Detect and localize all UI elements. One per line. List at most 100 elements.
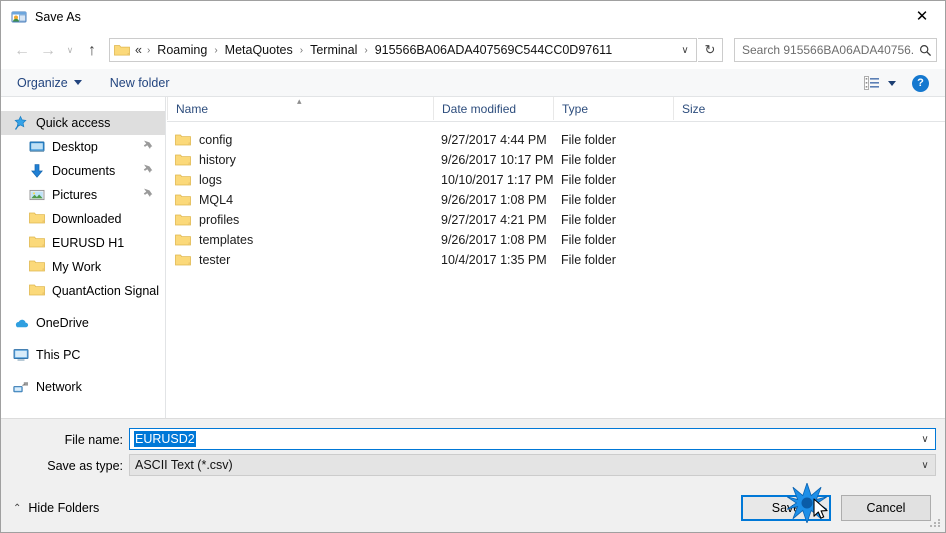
search-box[interactable]: Search 915566BA06ADA40756... [734,38,937,62]
chevron-right-icon-2[interactable]: › [297,45,306,56]
table-row[interactable]: logs 10/10/2017 1:17 PM File folder [167,170,945,190]
up-arrow-icon: ↑ [88,41,96,59]
sidebar-item-pictures[interactable]: Pictures [1,183,165,207]
table-row[interactable]: tester 10/4/2017 1:35 PM File folder [167,250,945,270]
pin-icon[interactable] [142,140,153,154]
refresh-button[interactable]: ↻ [698,38,723,62]
close-icon[interactable]: ✕ [899,1,945,31]
sidebar-item-desktop[interactable]: Desktop [1,135,165,159]
breadcrumb-item-terminal[interactable]: Terminal [306,41,361,59]
file-name-text: config [199,133,233,147]
sidebar-item-network[interactable]: Network [1,375,165,399]
column-header-name[interactable]: Name [167,97,433,120]
sidebar-item-onedrive[interactable]: OneDrive [1,311,165,335]
column-header-type[interactable]: Type [553,97,673,120]
breadcrumb-item-metaquotes[interactable]: MetaQuotes [221,41,297,59]
sidebar-item-eurusd-h1[interactable]: EURUSD H1 [1,231,165,255]
resize-grip[interactable] [930,517,942,529]
file-date-cell: 9/27/2017 4:21 PM [441,213,547,227]
folder-icon [114,43,130,57]
table-row[interactable]: MQL4 9/26/2017 1:08 PM File folder [167,190,945,210]
table-row[interactable]: templates 9/26/2017 1:08 PM File folder [167,230,945,250]
organize-label: Organize [17,75,68,90]
breadcrumb-overflow[interactable]: « [133,41,144,59]
sidebar-item-quantaction-signal[interactable]: QuantAction Signal [1,279,165,303]
column-header-size[interactable]: Size [673,97,753,120]
forward-button[interactable]: → [35,38,61,64]
title-bar: Save As ✕ [1,1,945,32]
pictures-icon [29,187,45,203]
file-type-cell: File folder [561,193,616,207]
recent-locations-button[interactable]: ∨ [61,38,79,64]
network-icon [13,379,29,395]
file-name-cell: config [175,133,232,147]
view-list-icon[interactable] [860,72,884,94]
save-as-type-value: ASCII Text (*.csv) [135,458,233,472]
folder-icon [29,283,45,299]
chevron-right-icon-3[interactable]: › [361,45,370,56]
command-toolbar: Organize New folder ? [1,69,945,97]
folder-icon [175,213,191,227]
pin-icon[interactable] [142,164,153,178]
file-type-cell: File folder [561,133,616,147]
organize-button[interactable]: Organize [11,73,88,93]
save-form-area: File name: Save as type: EURUSD2 ∨ ASCII… [1,418,945,492]
file-type-cell: File folder [561,213,616,227]
sidebar-divider [1,303,165,311]
table-row[interactable]: history 9/26/2017 10:17 PM File folder [167,150,945,170]
file-name-label: File name: [64,433,123,447]
sidebar-item-quick-access[interactable]: Quick access [1,111,165,135]
table-row[interactable]: config 9/27/2017 4:44 PM File folder [167,130,945,150]
chevron-down-icon[interactable]: ∨ [915,429,935,449]
file-name-input[interactable]: EURUSD2 ∨ [129,428,936,450]
sidebar-item-documents[interactable]: Documents [1,159,165,183]
breadcrumb-item-instance-id[interactable]: 915566BA06ADA407569C544CC0D97611 [371,41,616,59]
forward-arrow-icon: → [40,41,56,59]
chevron-down-icon [73,80,82,85]
folder-icon [175,153,191,167]
back-button[interactable]: ← [9,38,35,64]
hide-folders-button[interactable]: ⌃ Hide Folders [13,501,99,515]
up-one-level-button[interactable]: ↑ [79,38,105,64]
sidebar-item-label: EURUSD H1 [52,236,125,250]
sidebar-item-downloaded[interactable]: Downloaded [1,207,165,231]
help-icon[interactable]: ? [912,74,929,92]
new-folder-button[interactable]: New folder [104,73,176,93]
search-input[interactable]: Search 915566BA06ADA40756... [735,43,914,57]
file-name-text: profiles [199,213,240,227]
save-as-type-select[interactable]: ASCII Text (*.csv) ∨ [129,454,936,476]
documents-download-icon [29,163,45,179]
chevron-down-icon: ∨ [66,45,74,55]
sidebar-divider [1,335,165,343]
file-name-cell: profiles [175,213,239,227]
table-row[interactable]: profiles 9/27/2017 4:21 PM File folder [167,210,945,230]
sidebar-item-label: Quick access [36,116,111,130]
pin-icon[interactable] [142,188,153,202]
sidebar-item-label: Downloaded [52,212,122,226]
sidebar-item-this-pc[interactable]: This PC [1,343,165,367]
file-name-text: logs [199,173,222,187]
save-as-type-label: Save as type: [47,459,123,473]
chevron-right-icon-0[interactable]: › [144,45,153,56]
folder-icon [175,133,191,147]
cancel-button[interactable]: Cancel [841,495,931,521]
column-header-date-modified[interactable]: Date modified [433,97,553,120]
breadcrumb-item-roaming[interactable]: Roaming [153,41,211,59]
file-name-text: templates [199,233,254,247]
search-icon [914,39,936,61]
chevron-right-icon-1[interactable]: › [211,45,220,56]
desktop-icon [29,139,45,155]
address-bar[interactable]: « › Roaming › MetaQuotes › Terminal › 91… [109,38,697,62]
chevron-down-icon[interactable]: ∨ [915,455,935,475]
view-options-chevron-down-icon[interactable] [888,80,896,86]
address-dropdown-icon[interactable]: ∨ [674,39,696,61]
sidebar-item-label: My Work [52,260,102,274]
star-pin-icon [13,115,29,131]
sidebar-item-my-work[interactable]: My Work [1,255,165,279]
sidebar-item-label: This PC [36,348,81,362]
file-name-text: history [199,153,236,167]
this-pc-icon [13,347,29,363]
file-type-cell: File folder [561,253,616,267]
save-button[interactable]: Save [741,495,831,521]
column-header-row: ▴ Name Date modified Type Size [167,97,945,122]
